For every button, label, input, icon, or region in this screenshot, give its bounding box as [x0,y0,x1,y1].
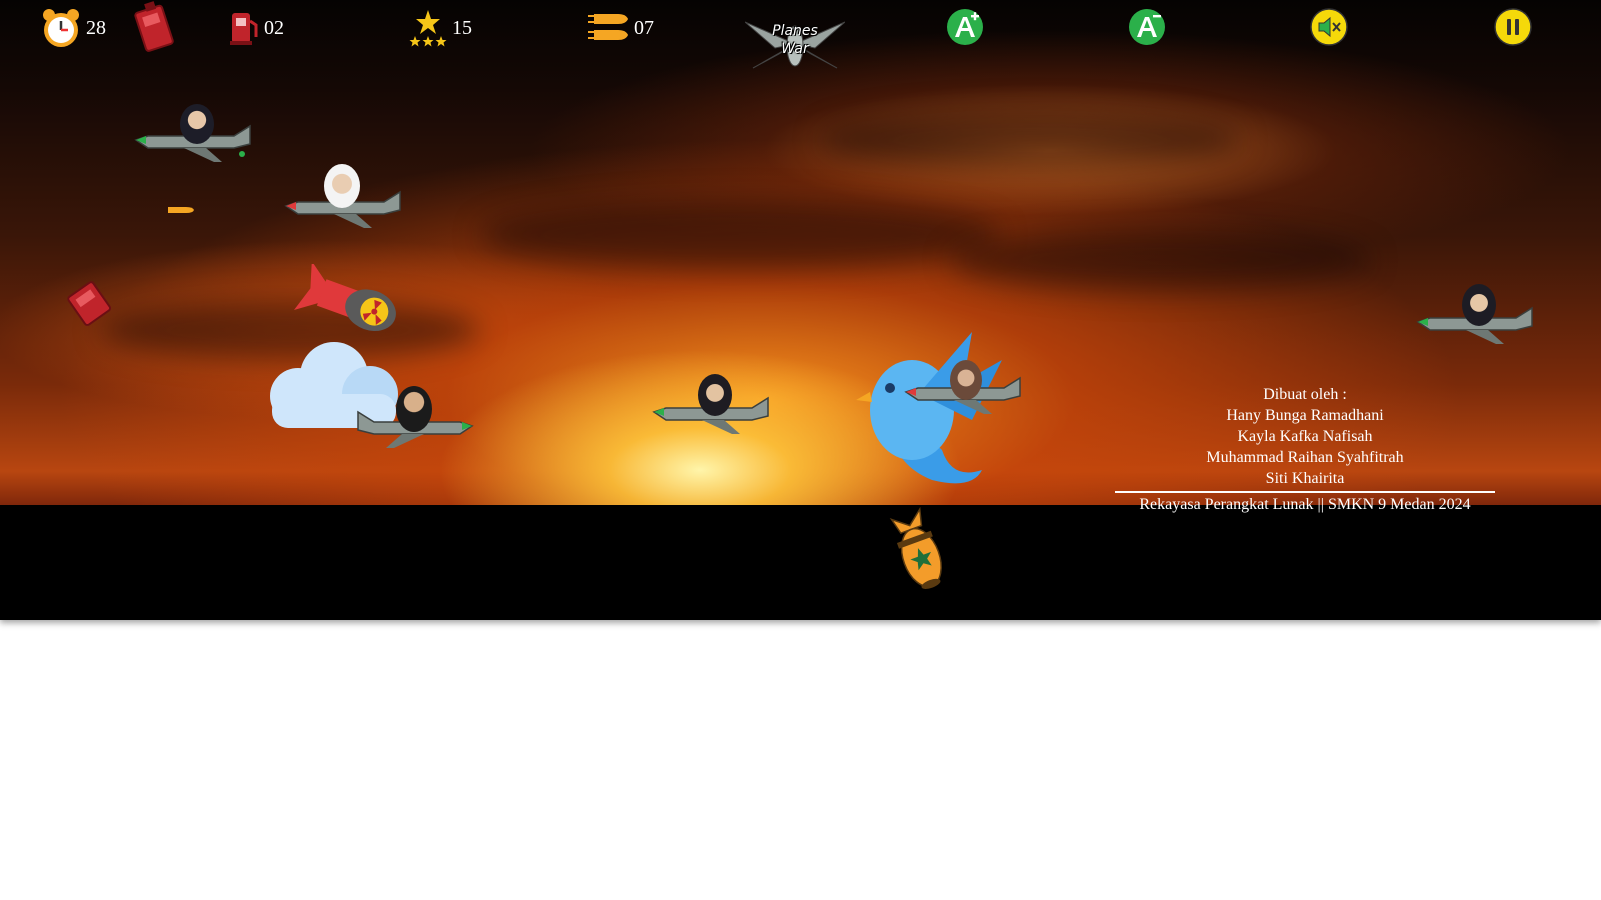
fuel-pump-icon [230,13,258,45]
logo-line-2: War [781,41,809,57]
fuel-hud: 02 [228,6,284,50]
pilot-avatar [396,386,432,432]
credits-heading: Dibuat oleh : [1263,386,1347,403]
fuel-can-icon [67,281,112,326]
game-canvas[interactable]: 28 02 15 07 Planes War Dibuat oleh: Han… [0,0,1601,620]
nuclear-bomb [292,264,404,340]
bullet-icon [168,207,194,213]
fuel-value: 02 [264,16,284,39]
font-decrease-button[interactable] [1128,8,1166,46]
stars-icon [409,10,447,47]
enemy-plane [652,374,770,436]
credits-author: Siti Khairita [1265,470,1345,487]
star-bomb-icon [889,506,942,589]
timer-hud: 28 [40,6,106,50]
enemy-plane [1416,284,1534,346]
credits-footer: Rekayasa Perangkat Lunak || SMKN 9 Medan… [1139,496,1471,513]
font-size-decrease-icon [1129,9,1165,45]
enemy-plane [904,360,1022,418]
fuel-pickup [132,1,178,52]
player-plane[interactable] [356,386,474,452]
credits-divider [1115,491,1495,493]
mute-button[interactable] [1310,8,1348,46]
enemy-plane [134,104,252,164]
logo-line-1: Planes [772,23,818,39]
credits-panel: Dibuat oleh : Hany Bunga Ramadhani Kayla… [1115,384,1495,515]
enemy-plane [284,164,402,230]
stars-hud: 15 [408,6,472,50]
font-size-increase-icon [947,9,983,45]
pilot-avatar [324,164,360,208]
ammo-hud: 07 [588,6,654,50]
font-increase-button[interactable] [946,8,984,46]
logo-title: Planes War [745,22,845,58]
pilot-avatar [950,360,982,400]
credits-author: Hany Bunga Ramadhani [1226,407,1384,424]
star-bomb [884,506,954,596]
pilot-avatar [1462,284,1496,326]
pilot-avatar [698,374,732,416]
timer-value: 28 [86,16,106,39]
nuclear-bomb-icon [294,264,396,331]
credits-author: Muhammad Raihan Syahfitrah [1206,449,1404,466]
bullet [168,206,194,214]
fuel-pickup [60,278,120,328]
stars-value: 15 [452,16,472,39]
pause-button[interactable] [1494,8,1532,46]
game-logo: Planes War [745,14,845,74]
pilot-avatar [180,104,214,144]
ammo-value: 07 [634,16,654,39]
bullets-icon [588,14,628,40]
pause-icon [1494,8,1532,46]
fuel-can-icon [134,1,174,52]
alarm-clock-icon [43,9,79,47]
credits-author: Kayla Kafka Nafisah [1237,428,1373,445]
ground [0,505,1601,620]
speaker-muted-icon [1310,8,1348,46]
